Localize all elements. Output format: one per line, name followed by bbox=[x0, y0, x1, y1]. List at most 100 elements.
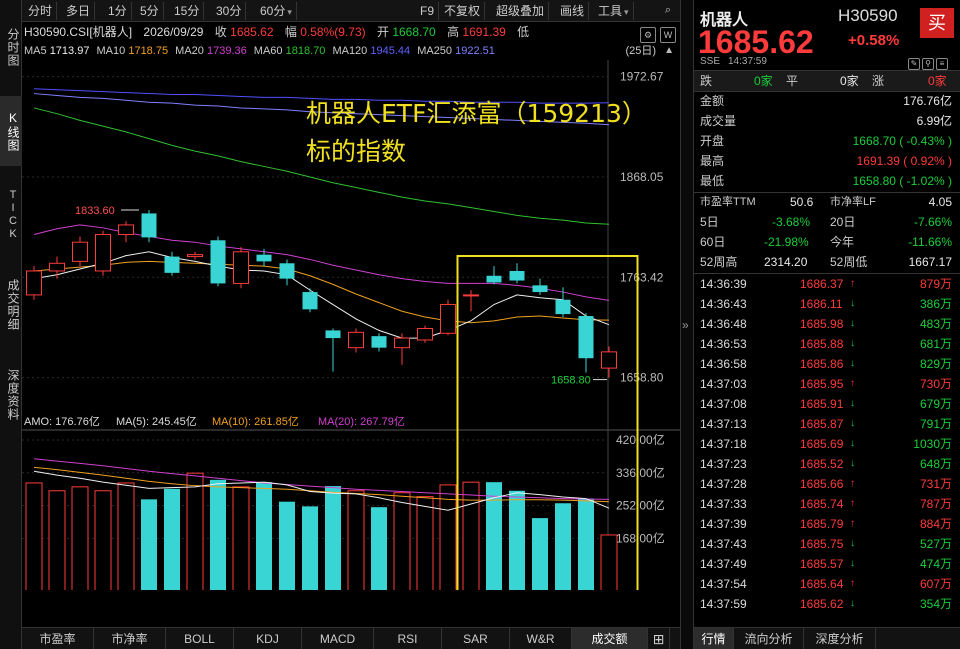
period-15min[interactable]: 15分 bbox=[170, 2, 205, 20]
amount-label: 金额 bbox=[700, 94, 725, 108]
period-timeshare[interactable]: 分时 bbox=[24, 2, 58, 20]
w52l-label: 52周低 bbox=[830, 255, 868, 269]
period-1min[interactable]: 1分 bbox=[104, 2, 132, 20]
tab-rsi[interactable]: RSI bbox=[374, 628, 442, 649]
tab-flow-analysis[interactable]: 流向分析 bbox=[734, 628, 804, 649]
tick-price: 1685.74 bbox=[800, 497, 844, 511]
tick-volume: 681万 bbox=[919, 337, 952, 351]
settings-icon[interactable]: ⚙ bbox=[640, 27, 656, 43]
amount-bar-down bbox=[578, 498, 594, 590]
tick-row: 14:37:23 1685.52 ↓ 648万 bbox=[694, 454, 960, 474]
period-60min-dropdown[interactable]: 60分 bbox=[256, 2, 297, 20]
tick-time: 14:36:48 bbox=[700, 317, 747, 331]
low-label: 低 bbox=[517, 25, 530, 39]
breadth-up-value: 0家 bbox=[928, 74, 947, 88]
candle-body-down bbox=[578, 316, 594, 359]
tab-quote[interactable]: 行情 bbox=[694, 628, 734, 649]
tick-price: 1685.98 bbox=[800, 317, 844, 331]
high-label-right: 最高 bbox=[700, 154, 725, 168]
period-5min[interactable]: 5分 bbox=[136, 2, 164, 20]
kline-chart[interactable]: 1972.67 1868.05 1763.42 1658.80 420.00亿 336.0… bbox=[22, 60, 680, 590]
candle-body-down bbox=[486, 275, 502, 283]
tab-boll[interactable]: BOLL bbox=[166, 628, 234, 649]
tick-row: 14:37:39 1685.79 ↑ 884万 bbox=[694, 514, 960, 534]
tab-depth-analysis[interactable]: 深度分析 bbox=[804, 628, 876, 649]
price-axis-label: 1868.05 bbox=[620, 170, 664, 184]
valuation-row: 市盈率TTM 50.6 市净率LF 4.05 bbox=[694, 192, 960, 212]
low-value-right: 1658.80 ( -1.02% ) bbox=[852, 174, 952, 188]
perf-row-1: 5日 -3.68% 20日 -7.66% bbox=[694, 212, 960, 232]
tick-row: 14:37:33 1685.74 ↑ 787万 bbox=[694, 494, 960, 514]
arrow-down-icon: ↓ bbox=[850, 438, 855, 449]
tab-kdj[interactable]: KDJ bbox=[234, 628, 302, 649]
tab-wr[interactable]: W&R bbox=[510, 628, 572, 649]
tick-row: 14:36:58 1685.86 ↓ 829万 bbox=[694, 354, 960, 374]
super-overlay-button[interactable]: 超级叠加 bbox=[492, 2, 550, 20]
amount-bar-down bbox=[486, 482, 502, 590]
sidebar-item-depth[interactable]: 深度资料 bbox=[0, 352, 22, 438]
collapse-up-icon[interactable]: ▲ bbox=[664, 42, 674, 60]
tick-volume: 879万 bbox=[919, 277, 952, 291]
bar-date: 2026/09/29 bbox=[143, 25, 204, 39]
sidebar-item-trade-detail[interactable]: 成交明细 bbox=[0, 262, 22, 348]
tick-price: 1685.91 bbox=[800, 397, 844, 411]
tab-pe[interactable]: 市盈率 bbox=[22, 628, 94, 649]
draw-line-button[interactable]: 画线 bbox=[556, 2, 590, 20]
tick-volume: 730万 bbox=[919, 377, 952, 391]
tab-macd[interactable]: MACD bbox=[302, 628, 374, 649]
tick-row: 14:37:54 1685.64 ↑ 607万 bbox=[694, 574, 960, 594]
tick-price: 1685.64 bbox=[800, 577, 844, 591]
amount-axis-label: 168.00亿 bbox=[616, 530, 665, 545]
period-days-selector[interactable]: (25日) bbox=[625, 42, 656, 60]
tick-price: 1685.75 bbox=[800, 537, 844, 551]
low-row: 最低 1658.80 ( -1.02% ) bbox=[694, 171, 960, 191]
tick-list[interactable]: 14:36:39 1686.37 ↑ 879万 14:36:43 1686.11 ↓ 386万… bbox=[694, 274, 960, 614]
tick-volume: 679万 bbox=[919, 397, 952, 411]
amount-bar-down bbox=[279, 501, 295, 590]
tick-time: 14:37:49 bbox=[700, 557, 747, 571]
ma10-value: 1718.75 bbox=[128, 45, 169, 57]
arrow-up-icon: ↑ bbox=[850, 578, 855, 589]
adjust-dropdown[interactable]: 不复权 bbox=[440, 2, 486, 20]
breadth-down-label: 跌 bbox=[700, 74, 713, 88]
period-multiday[interactable]: 多日 bbox=[62, 2, 96, 20]
volume-value: 6.99亿 bbox=[916, 114, 952, 128]
open-label: 开 bbox=[376, 25, 389, 39]
amount-bar-down bbox=[256, 482, 272, 590]
amount-bar-up bbox=[232, 486, 250, 590]
tick-price: 1685.52 bbox=[800, 457, 844, 471]
tick-time: 14:37:54 bbox=[700, 577, 747, 591]
candle-body-up bbox=[187, 254, 203, 258]
amo-ma5-header: MA(5): 245.45亿 bbox=[116, 415, 197, 428]
sidebar-item-timeshare[interactable]: 分时图 bbox=[0, 4, 22, 90]
tools-dropdown[interactable]: 工具 bbox=[594, 2, 634, 20]
candle-body-down bbox=[210, 240, 226, 284]
candle-body-up bbox=[417, 327, 433, 341]
sidebar-item-tick[interactable]: TICK bbox=[0, 172, 22, 258]
view-sidebar: 分时图 K线图 TICK 成交明细 深度资料 bbox=[0, 0, 22, 649]
edit-icon[interactable]: ✎ bbox=[908, 58, 920, 70]
buy-button[interactable]: 买 bbox=[920, 8, 954, 38]
add-indicator-icon[interactable]: ⊞ bbox=[648, 628, 670, 649]
link-icon[interactable]: ⚲ bbox=[922, 58, 934, 70]
sidebar-item-kline[interactable]: K线图 bbox=[0, 96, 22, 166]
period-30min[interactable]: 30分 bbox=[212, 2, 247, 20]
tick-volume: 386万 bbox=[919, 297, 952, 311]
max-price-label: 1833.60 bbox=[75, 205, 115, 217]
collapse-panel-icon[interactable]: » bbox=[682, 318, 689, 332]
f9-button[interactable]: F9 bbox=[416, 2, 440, 20]
tab-amount[interactable]: 成交额 bbox=[572, 628, 648, 649]
arrow-down-icon: ↓ bbox=[850, 558, 855, 569]
pe-label: 市盈率TTM bbox=[700, 196, 756, 208]
tab-sar[interactable]: SAR bbox=[442, 628, 510, 649]
search-icon[interactable]: ⌕ bbox=[660, 2, 676, 18]
amount-bar-up bbox=[117, 482, 135, 590]
list-icon[interactable]: ≡ bbox=[936, 58, 948, 70]
ytd-label: 今年 bbox=[830, 235, 855, 249]
tab-pb[interactable]: 市净率 bbox=[94, 628, 166, 649]
amo-header: AMO: 176.76亿 bbox=[24, 415, 100, 428]
tick-time: 14:36:43 bbox=[700, 297, 747, 311]
wp-icon[interactable]: W bbox=[660, 27, 676, 43]
tick-time: 14:36:53 bbox=[700, 337, 747, 351]
candle-body-up bbox=[118, 224, 134, 236]
